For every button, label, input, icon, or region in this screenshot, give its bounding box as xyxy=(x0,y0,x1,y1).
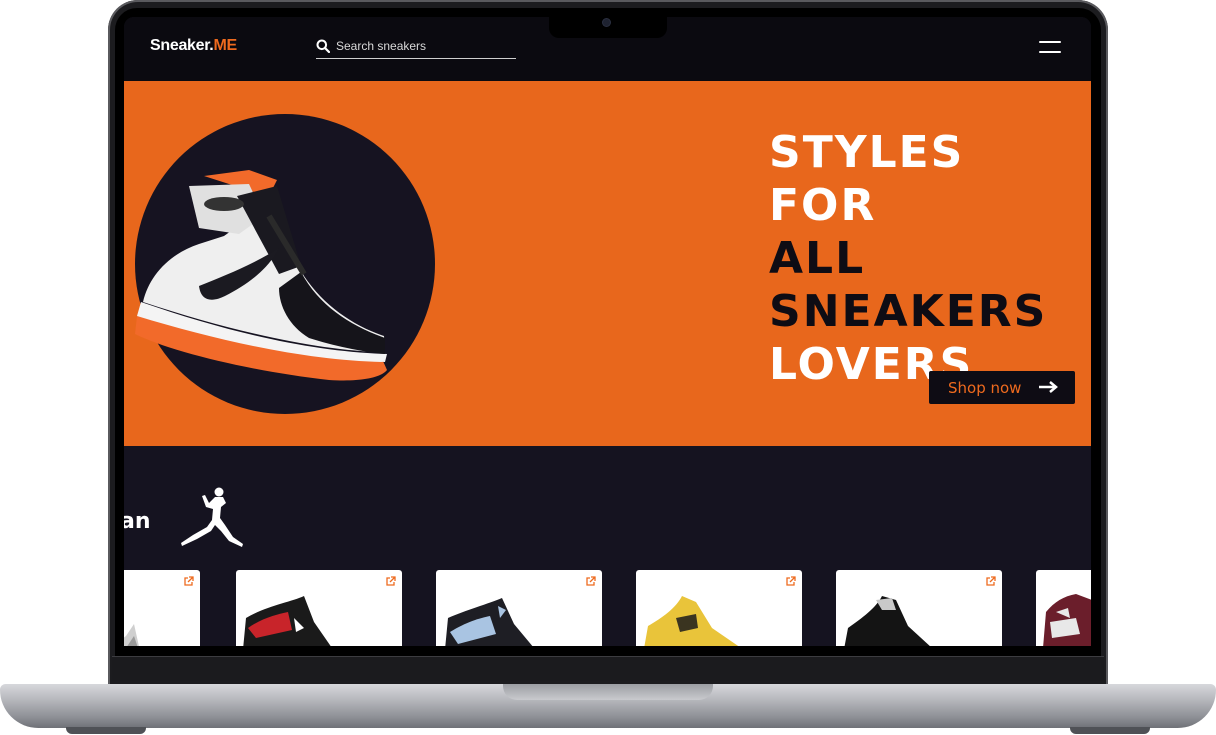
site-logo[interactable]: Sneaker.ME xyxy=(150,37,237,55)
sneaker-thumbnail xyxy=(124,624,139,646)
hero-sneaker-image xyxy=(135,170,387,381)
hero-headline: STYLES FOR ALL SNEAKERS LOVERS xyxy=(769,126,1047,391)
external-link-icon[interactable] xyxy=(585,576,596,587)
sneaker-thumbnail xyxy=(445,598,533,646)
logo-accent: ME xyxy=(213,37,237,54)
hero-banner: STYLES FOR ALL SNEAKERS LOVERS Shop now xyxy=(124,81,1091,446)
headline-word: ALL xyxy=(769,233,866,284)
camera-notch xyxy=(549,8,667,38)
external-link-icon[interactable] xyxy=(785,576,796,587)
product-card[interactable] xyxy=(1036,570,1091,646)
headline-word: SNEAKERS xyxy=(769,286,1048,337)
product-card[interactable] xyxy=(436,570,602,646)
screen-chin xyxy=(112,656,1104,681)
external-link-icon[interactable] xyxy=(385,576,396,587)
website-screen: Sneaker.ME Search sneakers STYLES FOR AL… xyxy=(124,17,1091,646)
shop-now-button[interactable]: Shop now xyxy=(929,371,1075,404)
product-card[interactable] xyxy=(124,570,200,646)
headline-word: STYLES xyxy=(769,127,965,178)
sneaker-thumbnail xyxy=(1043,594,1091,646)
product-card[interactable] xyxy=(636,570,802,646)
search-icon[interactable] xyxy=(316,39,330,53)
search-bar[interactable] xyxy=(316,37,516,59)
webcam-icon xyxy=(603,19,610,26)
logo-text: Sneaker. xyxy=(150,37,214,54)
sneaker-thumbnail xyxy=(644,596,739,646)
laptop-opening-groove xyxy=(503,684,713,700)
external-link-icon[interactable] xyxy=(183,576,194,587)
sneaker-thumbnail xyxy=(243,596,331,646)
sneaker-thumbnail xyxy=(844,596,930,646)
hamburger-menu-icon[interactable] xyxy=(1039,41,1061,55)
headline-word: FOR xyxy=(769,180,877,231)
jumpman-logo-icon xyxy=(181,487,243,547)
laptop-foot-right xyxy=(1070,727,1150,734)
brand-name-partial: an xyxy=(124,509,151,534)
search-input[interactable] xyxy=(336,37,514,55)
shop-now-label: Shop now xyxy=(948,378,1022,397)
product-card[interactable] xyxy=(836,570,1002,646)
laptop-foot-left xyxy=(66,727,146,734)
external-link-icon[interactable] xyxy=(985,576,996,587)
arrow-right-icon xyxy=(1039,381,1058,393)
product-card[interactable] xyxy=(236,570,402,646)
